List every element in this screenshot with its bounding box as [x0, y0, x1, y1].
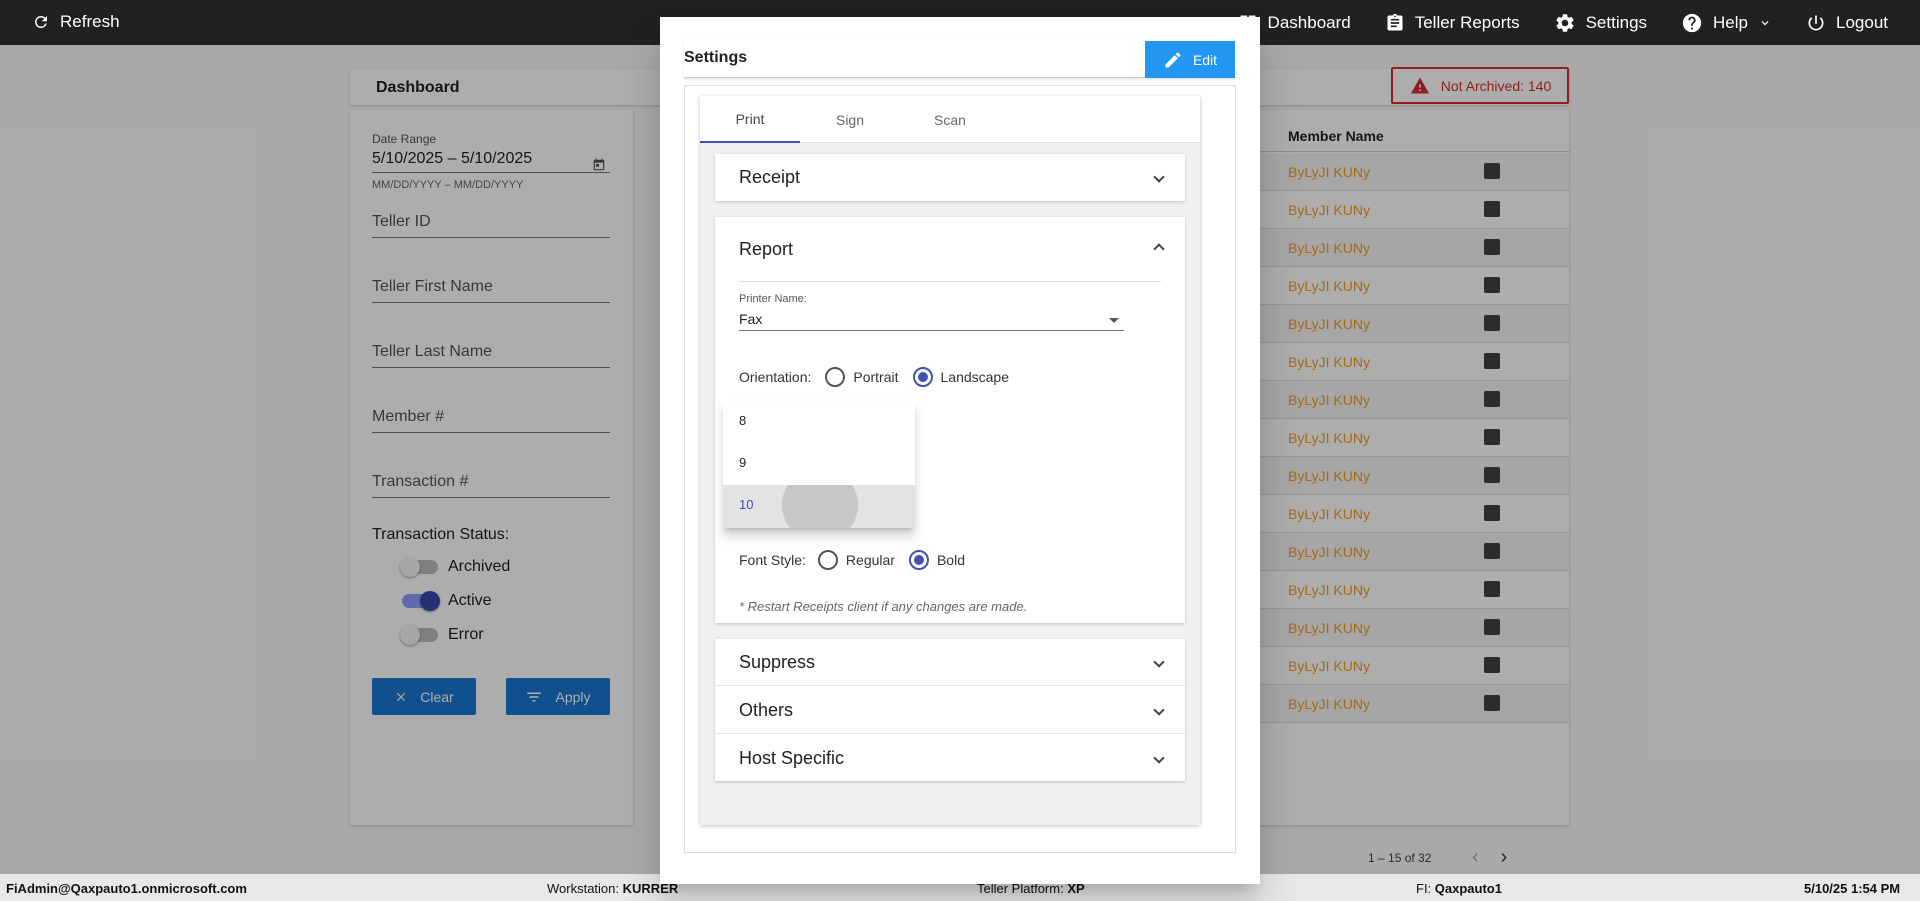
tab-sign[interactable]: Sign — [800, 96, 900, 143]
nav-teller-reports[interactable]: Teller Reports — [1385, 13, 1520, 33]
font-style-group: Font Style: Regular Bold — [739, 550, 965, 570]
ripple-effect — [782, 485, 858, 528]
regular-label[interactable]: Regular — [846, 552, 895, 568]
nav-dashboard-label: Dashboard — [1267, 12, 1351, 32]
nav-help-label: Help — [1713, 12, 1748, 32]
printer-name-label: Printer Name: — [739, 293, 807, 305]
gear-icon — [1556, 13, 1574, 32]
landscape-label[interactable]: Landscape — [941, 369, 1010, 385]
chevron-down-icon — [1153, 752, 1165, 764]
chevron-down-icon — [1153, 656, 1165, 668]
tab-scan[interactable]: Scan — [900, 96, 1000, 143]
collapsed-panels: Suppress Others Host Specific — [715, 639, 1185, 781]
modal-title: Settings — [684, 49, 748, 66]
clipboard-icon — [1387, 13, 1403, 31]
nav-logout-label: Logout — [1836, 12, 1888, 32]
regular-radio[interactable] — [817, 550, 838, 570]
chevron-down-icon — [1761, 20, 1769, 25]
suppress-panel-header[interactable]: Suppress — [715, 639, 1185, 686]
others-title: Others — [739, 700, 794, 720]
host-specific-title: Host Specific — [739, 748, 845, 768]
dropdown-arrow-icon[interactable] — [1109, 318, 1119, 323]
restart-note: * Restart Receipts client if any changes… — [739, 599, 1028, 614]
edit-label: Edit — [1192, 51, 1218, 68]
bold-radio[interactable] — [908, 550, 929, 570]
selected-option-label: 10 — [739, 497, 754, 512]
font-style-label: Font Style: — [739, 552, 806, 568]
nav-settings[interactable]: Settings — [1554, 12, 1647, 34]
chevron-down-icon — [1153, 704, 1165, 716]
receipt-panel-header[interactable]: Receipt — [715, 154, 1185, 201]
pencil-icon — [1165, 51, 1181, 67]
suppress-title: Suppress — [739, 652, 816, 672]
nav-settings-label: Settings — [1585, 12, 1648, 32]
help-icon — [1682, 13, 1702, 32]
status-datetime: 5/10/25 1:54 PM — [1804, 881, 1901, 896]
printer-name-underline — [739, 330, 1124, 331]
refresh-icon — [34, 15, 47, 28]
fi-label: FI: — [1416, 881, 1432, 896]
nav-logout[interactable]: Logout — [1806, 13, 1888, 33]
receipt-title: Receipt — [739, 167, 801, 187]
workstation-label: Workstation: — [547, 881, 620, 896]
report-title[interactable]: Report — [739, 239, 793, 260]
edit-button[interactable]: Edit — [1145, 41, 1235, 78]
bold-label[interactable]: Bold — [937, 552, 965, 568]
nav-help[interactable]: Help — [1681, 12, 1772, 34]
orientation-label: Orientation: — [739, 369, 812, 385]
nav-teller-reports-label: Teller Reports — [1414, 12, 1520, 32]
dropdown-option-selected[interactable]: 10 — [723, 485, 915, 528]
divider — [739, 281, 1161, 282]
chevron-down-icon — [1153, 171, 1165, 183]
host-specific-panel-header[interactable]: Host Specific — [715, 734, 1185, 781]
printer-name-select[interactable]: Fax — [739, 311, 762, 327]
others-panel-header[interactable]: Others — [715, 686, 1185, 734]
dropdown-option[interactable]: 8 — [723, 401, 915, 443]
font-size-dropdown-menu: 8 9 10 — [723, 401, 915, 528]
portrait-radio[interactable] — [825, 367, 846, 387]
tab-print[interactable]: Print — [700, 96, 800, 143]
dropdown-option[interactable]: 9 — [723, 443, 915, 485]
landscape-radio[interactable] — [912, 367, 933, 387]
tab-bar: Print Sign Scan — [700, 96, 1200, 143]
status-user: FiAdmin@Qaxpauto1.onmicrosoft.com — [6, 881, 247, 896]
chevron-up-icon[interactable] — [1153, 243, 1165, 255]
power-icon — [1808, 15, 1824, 30]
portrait-label[interactable]: Portrait — [853, 369, 898, 385]
fi-value: Qaxpauto1 — [1434, 881, 1502, 896]
refresh-button[interactable]: Refresh — [32, 12, 120, 32]
orientation-group: Orientation: Portrait Landscape — [739, 367, 1009, 387]
refresh-label: Refresh — [60, 12, 120, 31]
